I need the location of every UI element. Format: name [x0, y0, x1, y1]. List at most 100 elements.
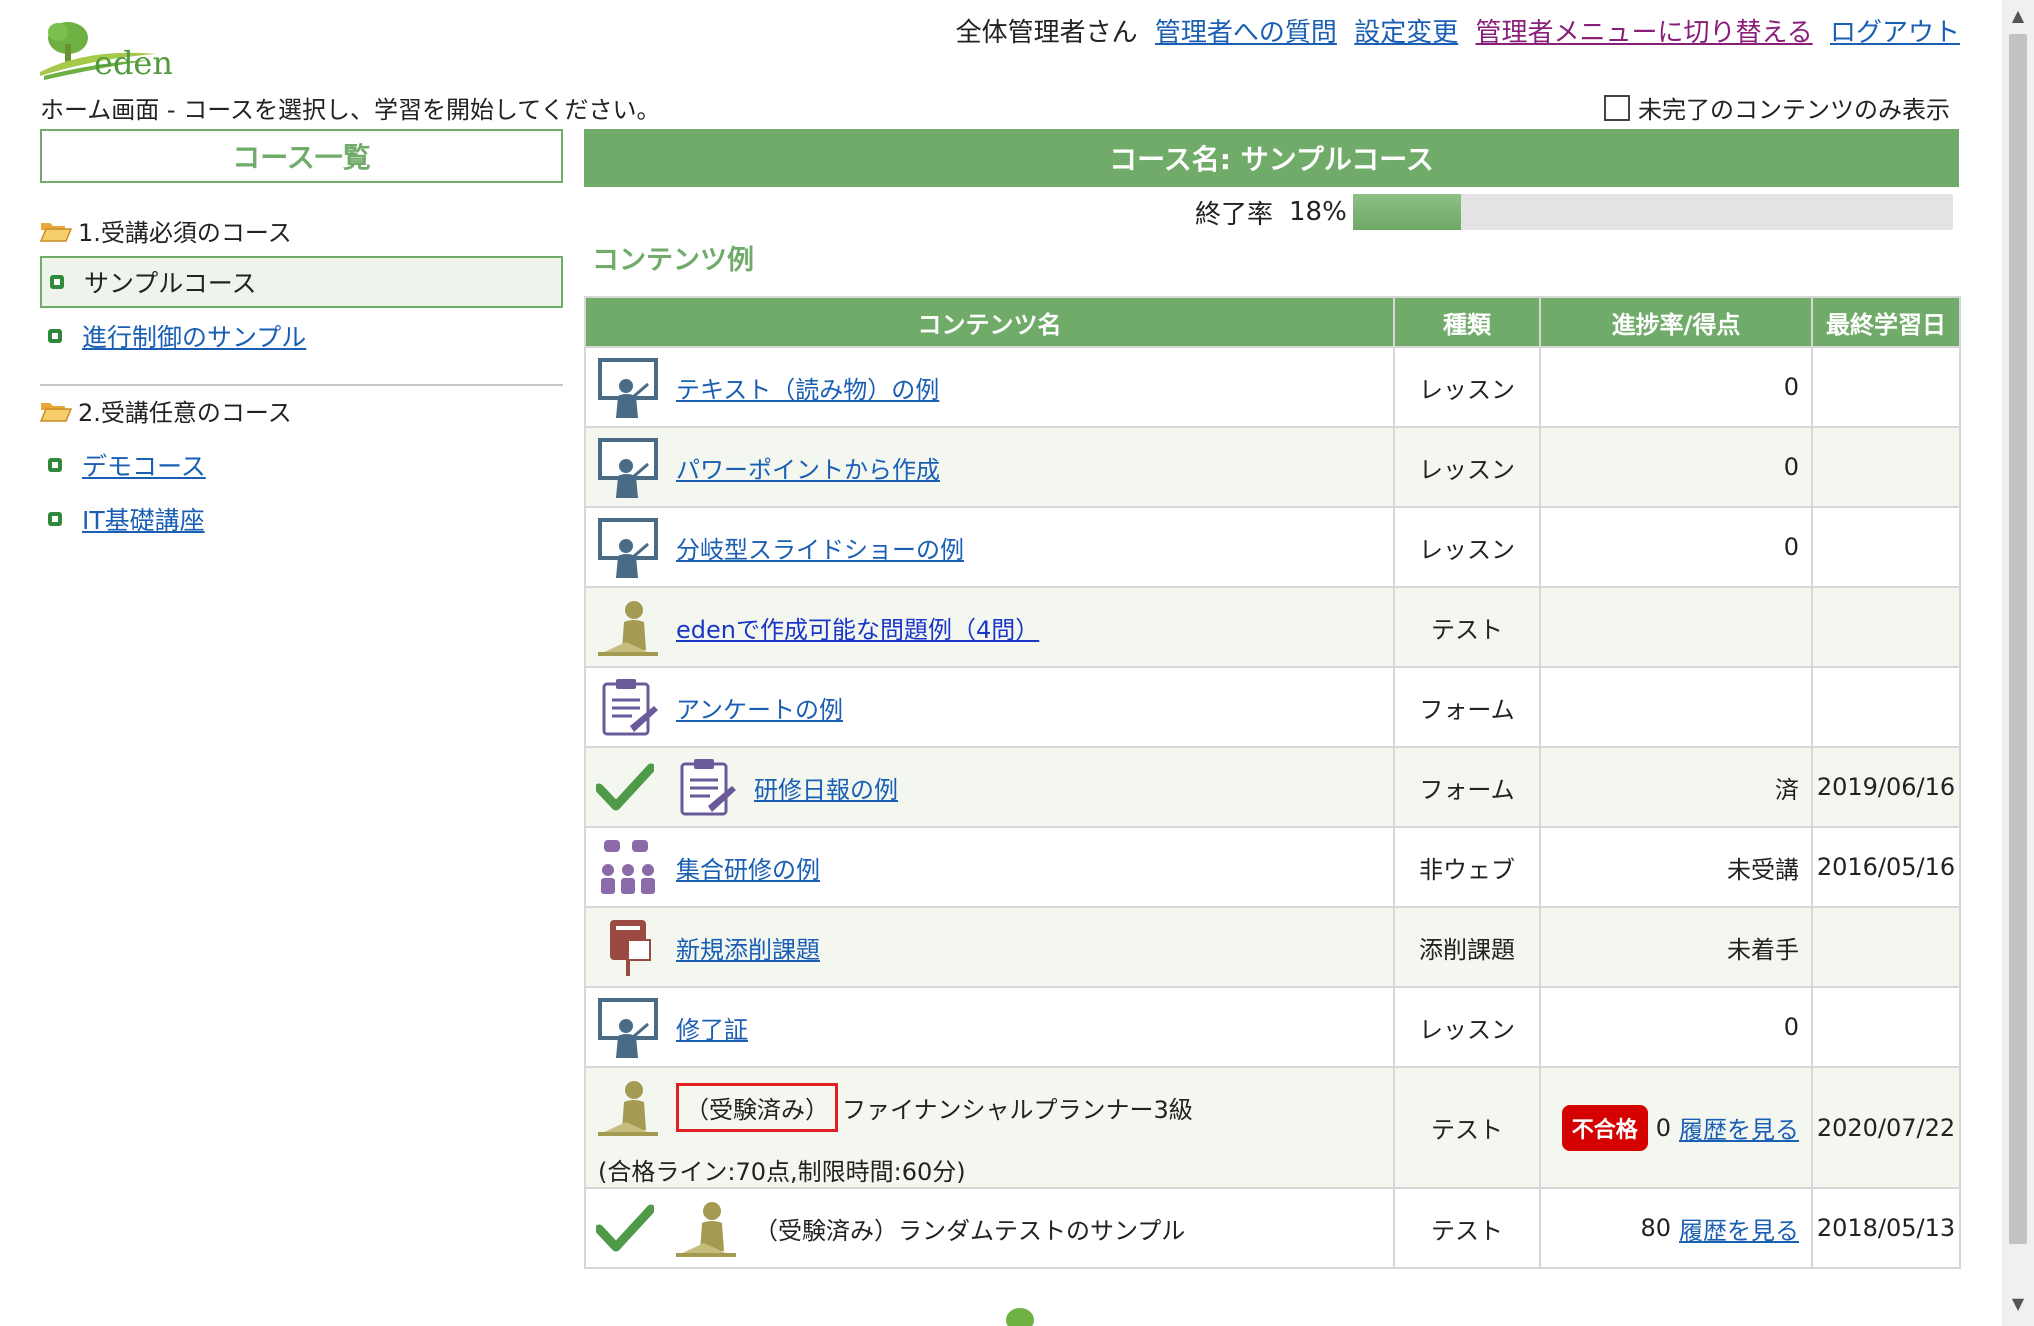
lesson-icon: [598, 438, 658, 498]
category-label: 1.受講必須のコース: [78, 219, 292, 247]
table-row: 集合研修の例 非ウェブ 未受講 2016/05/16: [584, 826, 1961, 908]
content-type: 非ウェブ: [1393, 826, 1541, 908]
table-row: パワーポイントから作成 レッスン 0: [584, 426, 1961, 508]
vertical-scrollbar[interactable]: ▲ ▼: [2002, 0, 2034, 1326]
content-link[interactable]: パワーポイントから作成: [676, 450, 940, 485]
table-row: 修了証 レッスン 0: [584, 986, 1961, 1068]
bullet-icon: [48, 512, 62, 526]
course-title: コース名: サンプルコース: [584, 129, 1959, 187]
content-name: ファイナンシャルプランナー3級: [842, 1095, 1193, 1124]
content-type: テスト: [1393, 1066, 1541, 1189]
taken-status-label: （受験済み）: [754, 1216, 898, 1245]
content-last-date: [1811, 346, 1961, 428]
table-row: 新規添削課題 添削課題 未着手: [584, 906, 1961, 988]
test-taker-icon: [598, 1081, 658, 1136]
column-header-progress: 進捗率/得点: [1539, 296, 1813, 348]
content-type: レッスン: [1393, 986, 1541, 1068]
footer-logo-icon: [1006, 1308, 1034, 1326]
table-row: テキスト（読み物）の例 レッスン 0: [584, 346, 1961, 428]
table-row: （受験済み） ファイナンシャルプランナー3級 (合格ライン:70点,制限時間:6…: [584, 1066, 1961, 1189]
course-item-progress-control[interactable]: 進行制御のサンプル: [40, 310, 563, 362]
table-row: 研修日報の例 フォーム 済 2019/06/16: [584, 746, 1961, 828]
completion-rate: 終了率 18%: [1195, 192, 1953, 232]
content-last-date: [1811, 986, 1961, 1068]
content-last-date: [1811, 506, 1961, 588]
content-progress: [1539, 666, 1813, 748]
course-item-it-basics[interactable]: IT基礎講座: [40, 493, 563, 545]
content-progress: 0: [1539, 426, 1813, 508]
content-type: レッスン: [1393, 426, 1541, 508]
content-progress: 済: [1539, 746, 1813, 828]
content-link[interactable]: 集合研修の例: [676, 850, 820, 885]
incomplete-only-checkbox[interactable]: [1604, 94, 1630, 121]
content-type: テスト: [1393, 1187, 1541, 1269]
course-item-sample[interactable]: サンプルコース: [40, 256, 563, 308]
table-row: （受験済み） ランダムテストのサンプル テスト 80 履歴を見る 2018/05…: [584, 1187, 1961, 1269]
incomplete-only-filter[interactable]: 未完了のコンテンツのみ表示: [1604, 90, 1950, 125]
column-header-name: コンテンツ名: [584, 296, 1395, 348]
category-label: 2.受講任意のコース: [78, 399, 292, 427]
column-header-last-date: 最終学習日: [1811, 296, 1961, 348]
content-table: コンテンツ名 種類 進捗率/得点 最終学習日 テキスト（読み物）の例 レッスン …: [584, 296, 1961, 1269]
incomplete-only-label: 未完了のコンテンツのみ表示: [1638, 96, 1950, 124]
lesson-icon: [598, 998, 658, 1058]
content-link[interactable]: 新規添削課題: [676, 930, 820, 965]
settings-link[interactable]: 設定変更: [1354, 18, 1458, 48]
bullet-icon: [48, 329, 62, 343]
scroll-thumb[interactable]: [2009, 34, 2027, 1244]
test-taker-icon: [676, 1202, 736, 1257]
check-icon: [596, 1204, 654, 1252]
scroll-down-icon[interactable]: ▼: [2008, 1296, 2028, 1312]
content-link[interactable]: 修了証: [676, 1010, 748, 1045]
clipboard-form-icon: [680, 759, 736, 816]
content-type: テスト: [1393, 586, 1541, 668]
content-link[interactable]: edenで作成可能な問題例（4問）: [676, 610, 1039, 645]
course-label: サンプルコース: [84, 269, 257, 298]
course-link[interactable]: デモコース: [82, 447, 206, 483]
breadcrumb: ホーム画面 - コースを選択し、学習を開始してください。: [40, 96, 661, 124]
check-icon: [596, 763, 654, 811]
table-row: edenで作成可能な問題例（4問） テスト: [584, 586, 1961, 668]
content-last-date: [1811, 586, 1961, 668]
user-label: 全体管理者さん: [955, 18, 1138, 48]
category-divider: [40, 384, 563, 386]
course-item-demo[interactable]: デモコース: [40, 439, 563, 491]
content-link[interactable]: テキスト（読み物）の例: [676, 370, 939, 405]
view-history-link[interactable]: 履歴を見る: [1679, 1211, 1799, 1246]
content-last-date: 2016/05/16: [1811, 826, 1961, 908]
folder-open-icon: [40, 402, 72, 422]
content-last-date: [1811, 666, 1961, 748]
course-link[interactable]: 進行制御のサンプル: [82, 318, 306, 354]
content-last-date: [1811, 906, 1961, 988]
category-optional: 2.受講任意のコース: [40, 393, 292, 428]
completion-progress-bar: [1352, 194, 1953, 230]
content-last-date: [1811, 426, 1961, 508]
completion-progress-fill: [1352, 194, 1461, 230]
content-link[interactable]: 研修日報の例: [754, 770, 898, 805]
section-title: コンテンツ例: [592, 245, 754, 276]
content-progress: 0: [1539, 346, 1813, 428]
view-history-link[interactable]: 履歴を見る: [1679, 1110, 1799, 1145]
content-link[interactable]: アンケートの例: [676, 690, 843, 725]
table-row: 分岐型スライドショーの例 レッスン 0: [584, 506, 1961, 588]
content-type: レッスン: [1393, 346, 1541, 428]
completion-percent: 18%: [1289, 197, 1347, 227]
completion-label: 終了率: [1195, 199, 1274, 230]
switch-admin-menu-link[interactable]: 管理者メニューに切り替える: [1475, 18, 1812, 48]
scroll-up-icon[interactable]: ▲: [2008, 8, 2028, 24]
content-name: ランダムテストのサンプル: [898, 1216, 1186, 1245]
content-score: 80: [1640, 1214, 1671, 1242]
top-nav: 全体管理者さん 管理者への質問 設定変更 管理者メニューに切り替える ログアウト: [947, 12, 1960, 49]
content-link[interactable]: 分岐型スライドショーの例: [676, 530, 964, 565]
table-row: アンケートの例 フォーム: [584, 666, 1961, 748]
logout-link[interactable]: ログアウト: [1830, 18, 1960, 48]
pass-line-info: (合格ライン:70点,制限時間:60分): [598, 1158, 966, 1186]
admin-question-link[interactable]: 管理者への質問: [1155, 18, 1337, 48]
lesson-icon: [598, 518, 658, 578]
content-score: 0: [1655, 1113, 1671, 1142]
course-link[interactable]: IT基礎講座: [82, 501, 205, 537]
lesson-icon: [598, 358, 658, 418]
category-required: 1.受講必須のコース: [40, 213, 292, 248]
content-progress: 0: [1539, 506, 1813, 588]
taken-status-label: （受験済み）: [676, 1082, 838, 1132]
